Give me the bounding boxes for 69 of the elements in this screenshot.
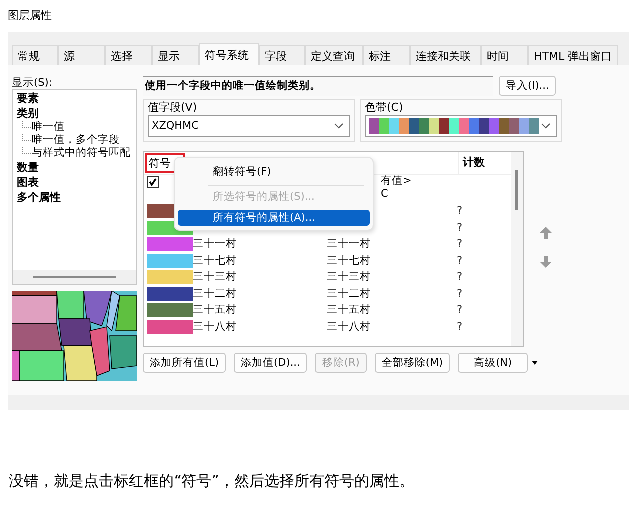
tab[interactable]: 符号系统 xyxy=(199,43,259,65)
tree-item[interactable]: 多个属性 xyxy=(17,190,132,205)
tab[interactable]: 常规 xyxy=(12,45,58,65)
table-cell: 有值> xyxy=(381,175,412,188)
table-cell: 三十二村 xyxy=(327,288,371,300)
action-button[interactable]: 高级(N) xyxy=(458,353,528,373)
table-cell: ? xyxy=(457,238,463,250)
tab[interactable]: HTML 弹出窗口 xyxy=(528,45,618,65)
vertical-scrollbar[interactable] xyxy=(511,152,523,346)
symbol-swatch[interactable] xyxy=(147,303,193,318)
tree-item[interactable]: 要素 xyxy=(17,91,132,106)
tab[interactable]: 源 xyxy=(58,45,105,65)
symbol-swatch[interactable] xyxy=(147,237,193,252)
table-cell: 三十一村 xyxy=(193,238,237,250)
tree-item[interactable]: 类别 xyxy=(17,106,132,121)
menu-item[interactable]: 所有符号的属性(A)... xyxy=(178,210,370,226)
table-cell: ? xyxy=(457,288,463,300)
tree-item[interactable]: 唯一值，多个字段 xyxy=(32,134,120,147)
tab[interactable]: 字段 xyxy=(259,45,305,65)
table-cell-text: C xyxy=(381,188,390,201)
value-field-dropdown[interactable]: XZQHMC xyxy=(148,115,350,137)
table-cell: 三十五村 xyxy=(193,304,237,316)
table-cell: ? xyxy=(457,205,463,218)
table-cell: ? xyxy=(457,222,463,234)
table-cell: 三十三村 xyxy=(193,271,237,284)
tab[interactable]: 显示 xyxy=(152,45,199,65)
table-cell: 三十一村 xyxy=(327,238,371,250)
horizontal-scrollbar[interactable] xyxy=(13,270,136,284)
caption-text: 没错，就是点击标红框的“符号”，然后选择所有符号的属性。 xyxy=(8,471,416,491)
tab[interactable]: 时间 xyxy=(481,45,528,65)
color-ramp-dropdown[interactable] xyxy=(365,115,557,137)
table-cell: 三十二村 xyxy=(193,288,237,300)
show-label: 显示(S): xyxy=(12,76,54,89)
table-cell: 三十三村 xyxy=(327,271,371,284)
table-cell: ? xyxy=(457,254,463,267)
checkbox[interactable] xyxy=(147,176,159,188)
color-ramp-label: 色带(C) xyxy=(365,101,404,115)
tree-item[interactable]: 唯一值 xyxy=(32,121,65,134)
table-cell: 三十七村 xyxy=(327,254,371,267)
chevron-down-icon xyxy=(541,123,551,129)
table-cell: ? xyxy=(457,304,463,316)
column-header[interactable]: 计数 xyxy=(458,152,503,174)
value-field-label: 值字段(V) xyxy=(148,101,198,115)
table-cell: 三十八村 xyxy=(193,320,237,333)
symbol-swatch[interactable] xyxy=(147,286,193,301)
tab[interactable]: 定义查询 xyxy=(305,45,363,65)
symbol-swatch[interactable] xyxy=(147,270,193,284)
tree-item[interactable]: 图表 xyxy=(17,175,132,190)
arrow-up-icon[interactable] xyxy=(539,226,553,240)
symbol-swatch[interactable] xyxy=(147,254,193,268)
action-button[interactable]: 添加值(D)... xyxy=(234,353,308,373)
window-title: 图层属性 xyxy=(7,8,53,24)
action-button[interactable]: 添加所有值(L) xyxy=(143,353,226,373)
symbol-swatch[interactable] xyxy=(147,320,193,334)
caret-down-icon[interactable] xyxy=(532,361,538,365)
import-button[interactable]: 导入(I)... xyxy=(499,76,556,96)
table-cell: 三十七村 xyxy=(193,254,237,267)
chevron-down-icon xyxy=(334,123,344,129)
tab[interactable]: 标注 xyxy=(363,45,410,65)
table-cell: ? xyxy=(457,271,463,284)
table-cell: 三十八村 xyxy=(327,320,371,333)
arrow-down-icon[interactable] xyxy=(539,255,553,269)
tree-item[interactable]: 与样式中的符号匹配 xyxy=(32,147,131,160)
table-cell: ? xyxy=(457,320,463,333)
table-cell: 三十五村 xyxy=(327,304,371,316)
tab[interactable]: 选择 xyxy=(105,45,152,65)
tree-item[interactable]: 数量 xyxy=(17,160,132,175)
action-button[interactable]: 全部移除(M) xyxy=(374,353,450,373)
tab[interactable]: 连接和关联 xyxy=(410,45,481,65)
